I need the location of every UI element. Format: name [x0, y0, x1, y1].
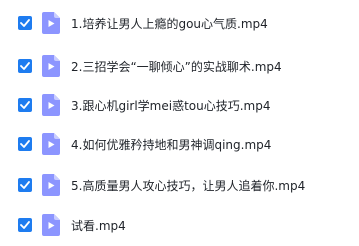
file-row[interactable]: 5.高质量男人攻心技巧，让男人追着你.mp4	[0, 169, 359, 201]
file-row[interactable]: 3.跟心机girl学mei惑tou心技巧.mp4	[0, 89, 359, 121]
file-name[interactable]: 2.三招学会“一聊倾心”的实战聊术.mp4	[71, 58, 282, 75]
checkbox-checked[interactable]	[18, 16, 32, 30]
file-list: 1.培养让男人上瘾的gou心气质.mp4 2.三招学会“一聊倾心”的实战聊术.m…	[0, 0, 359, 246]
video-file-icon	[42, 55, 60, 77]
video-file-icon	[42, 174, 60, 196]
file-row[interactable]: 1.培养让男人上瘾的gou心气质.mp4	[0, 7, 359, 39]
checkbox-checked[interactable]	[18, 137, 32, 151]
checkbox-checked[interactable]	[18, 59, 32, 73]
video-file-icon	[42, 94, 60, 116]
file-name[interactable]: 1.培养让男人上瘾的gou心气质.mp4	[71, 15, 268, 32]
file-name[interactable]: 5.高质量男人攻心技巧，让男人追着你.mp4	[71, 177, 305, 194]
file-row[interactable]: 4.如何优雅矜持地和男神调qing.mp4	[0, 128, 359, 160]
file-row[interactable]: 2.三招学会“一聊倾心”的实战聊术.mp4	[0, 50, 359, 82]
video-file-icon	[42, 214, 60, 236]
file-name[interactable]: 3.跟心机girl学mei惑tou心技巧.mp4	[71, 97, 270, 114]
file-name[interactable]: 4.如何优雅矜持地和男神调qing.mp4	[71, 136, 271, 153]
file-row[interactable]: 试看.mp4	[0, 209, 359, 241]
checkbox-checked[interactable]	[18, 178, 32, 192]
checkbox-checked[interactable]	[18, 218, 32, 232]
video-file-icon	[42, 133, 60, 155]
video-file-icon	[42, 12, 60, 34]
file-name[interactable]: 试看.mp4	[71, 217, 126, 234]
checkbox-checked[interactable]	[18, 98, 32, 112]
